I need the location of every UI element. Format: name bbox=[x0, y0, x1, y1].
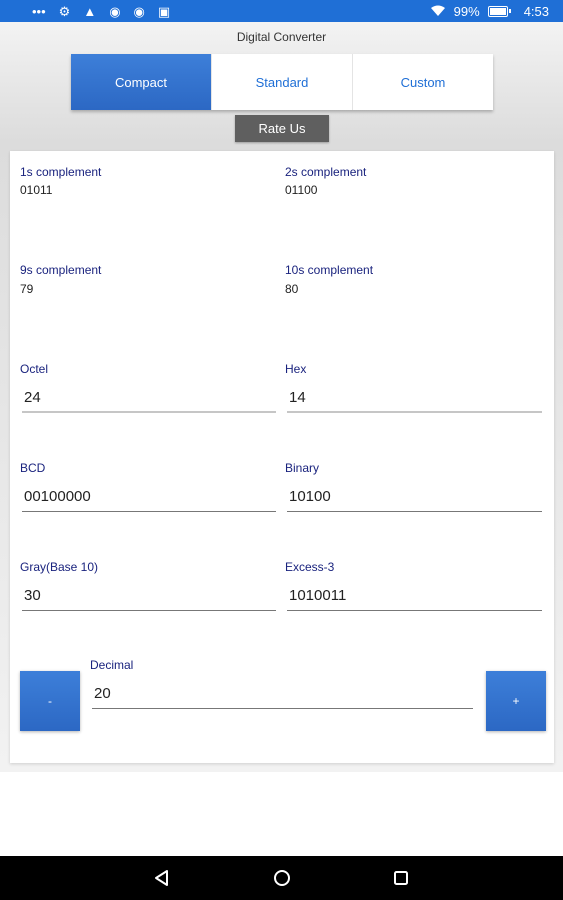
nines-complement-label: 9s complement bbox=[20, 263, 102, 277]
settings-icon: ⚙ bbox=[58, 3, 71, 19]
ones-complement-label: 1s complement bbox=[20, 165, 102, 179]
tens-complement-value: 80 bbox=[285, 282, 299, 296]
binary-field[interactable]: 10100 bbox=[287, 482, 542, 512]
home-icon[interactable] bbox=[272, 868, 292, 888]
tab-compact[interactable]: Compact bbox=[71, 54, 212, 110]
tab-custom[interactable]: Custom bbox=[353, 54, 493, 110]
twos-complement-value: 01100 bbox=[285, 183, 318, 197]
battery-icon bbox=[487, 5, 511, 17]
decimal-label: Decimal bbox=[90, 658, 134, 672]
app-body: Digital Converter Compact Standard Custo… bbox=[0, 22, 563, 772]
status-right: 99% 4:53 bbox=[430, 0, 549, 22]
gray-field[interactable]: 30 bbox=[22, 581, 276, 611]
binary-label: Binary bbox=[285, 461, 320, 475]
battery-percent: 99% bbox=[453, 3, 480, 19]
tab-bar: Compact Standard Custom bbox=[71, 54, 493, 110]
sync-icon-2: ◉ bbox=[133, 3, 145, 19]
nines-complement-value: 79 bbox=[20, 282, 34, 296]
more-dots-icon: ••• bbox=[32, 3, 46, 19]
excess3-label: Excess-3 bbox=[285, 560, 335, 574]
twos-complement-label: 2s complement bbox=[285, 165, 367, 179]
clock: 4:53 bbox=[523, 3, 549, 19]
book-icon: ▣ bbox=[157, 3, 171, 19]
navigation-bar bbox=[0, 856, 563, 900]
warning-icon: ▲ bbox=[83, 3, 97, 19]
tab-standard[interactable]: Standard bbox=[212, 54, 353, 110]
gray-label: Gray(Base 10) bbox=[20, 560, 99, 574]
sync-icon: ◉ bbox=[109, 3, 121, 19]
decimal-field[interactable]: 20 bbox=[92, 679, 473, 709]
hex-field[interactable]: 14 bbox=[287, 383, 542, 413]
increment-button[interactable]: + bbox=[486, 671, 546, 731]
rate-us-button[interactable]: Rate Us bbox=[235, 115, 329, 142]
converter-card: 1s complement 01011 2s complement 01100 … bbox=[10, 151, 554, 763]
app-title: Digital Converter bbox=[236, 30, 327, 44]
bcd-label: BCD bbox=[20, 461, 46, 475]
tens-complement-label: 10s complement bbox=[285, 263, 374, 277]
decrement-button[interactable]: - bbox=[20, 671, 80, 731]
octal-field[interactable]: 24 bbox=[22, 383, 276, 413]
back-icon[interactable] bbox=[152, 868, 172, 888]
notification-icons: ••• ⚙ ▲ ◉ ◉ ▣ bbox=[0, 5, 170, 18]
bcd-field[interactable]: 00100000 bbox=[22, 482, 276, 512]
status-bar: ••• ⚙ ▲ ◉ ◉ ▣ 99% 4:53 bbox=[0, 0, 563, 22]
octal-label: Octel bbox=[20, 362, 49, 376]
wifi-icon bbox=[430, 5, 445, 16]
hex-label: Hex bbox=[285, 362, 307, 376]
recents-icon[interactable] bbox=[391, 868, 411, 888]
ones-complement-value: 01011 bbox=[20, 183, 53, 197]
excess3-field[interactable]: 1010011 bbox=[287, 581, 542, 611]
